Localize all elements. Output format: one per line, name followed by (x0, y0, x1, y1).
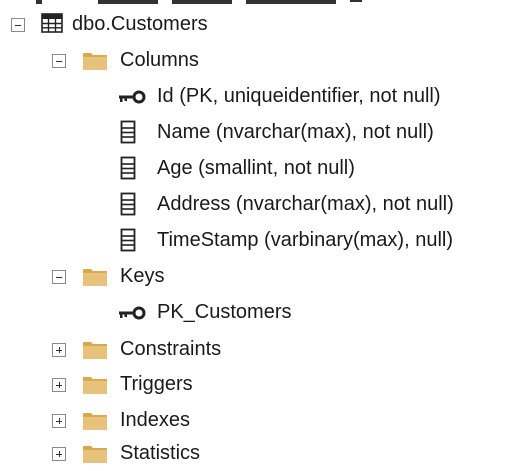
expand-toggle-icon[interactable] (52, 378, 66, 392)
triggers-folder-label: Triggers (120, 373, 193, 395)
columns-folder-label: Columns (120, 49, 199, 71)
expand-toggle-icon[interactable] (52, 414, 66, 428)
expand-toggle-icon[interactable] (52, 447, 66, 461)
folder-icon (82, 442, 108, 470)
tree-node-constraints-folder[interactable]: Constraints (0, 331, 516, 367)
tree-node-triggers-folder[interactable]: Triggers (0, 366, 516, 402)
folder-icon (82, 338, 108, 366)
tree-node-column-address[interactable]: Address (nvarchar(max), not null) (0, 186, 516, 222)
column-label: TimeStamp (varbinary(max), null) (157, 229, 453, 251)
tree-node-keys-folder[interactable]: Keys (0, 258, 516, 294)
constraints-folder-label: Constraints (120, 338, 222, 360)
object-explorer-tree: dbo.Customers Columns Id (PK, uniqueiden… (0, 0, 516, 471)
column-icon (120, 192, 136, 222)
keys-folder-label: Keys (120, 265, 165, 287)
key-label: PK_Customers (157, 301, 292, 323)
column-label: Address (nvarchar(max), not null) (157, 193, 454, 215)
statistics-folder-label: Statistics (120, 442, 201, 464)
folder-icon (82, 265, 108, 293)
tree-node-column-id[interactable]: Id (PK, uniqueidentifier, not null) (0, 78, 516, 114)
tree-node-indexes-folder[interactable]: Indexes (0, 402, 516, 438)
key-icon (117, 88, 147, 111)
column-label: Id (PK, uniqueidentifier, not null) (157, 85, 441, 107)
tree-node-column-timestamp[interactable]: TimeStamp (varbinary(max), null) (0, 222, 516, 258)
expand-toggle-icon[interactable] (52, 343, 66, 357)
table-label: dbo.Customers (72, 13, 208, 35)
column-label: Age (smallint, not null) (157, 157, 355, 179)
tree-node-table-customers[interactable]: dbo.Customers (0, 6, 516, 42)
column-icon (120, 228, 136, 258)
folder-icon (82, 409, 108, 437)
key-icon (117, 304, 147, 327)
column-label: Name (nvarchar(max), not null) (157, 121, 434, 143)
column-icon (120, 120, 136, 150)
tree-node-key-pk-customers[interactable]: PK_Customers (0, 294, 516, 330)
table-icon (41, 13, 63, 39)
tree-node-columns-folder[interactable]: Columns (0, 42, 516, 78)
folder-icon (82, 373, 108, 401)
collapse-toggle-icon[interactable] (52, 270, 66, 284)
collapse-toggle-icon[interactable] (52, 54, 66, 68)
tree-node-statistics-folder[interactable]: Statistics (0, 435, 516, 471)
folder-icon (82, 49, 108, 77)
column-icon (120, 156, 136, 186)
tree-node-column-age[interactable]: Age (smallint, not null) (0, 150, 516, 186)
indexes-folder-label: Indexes (120, 409, 191, 431)
collapse-toggle-icon[interactable] (11, 18, 25, 32)
tree-node-column-name[interactable]: Name (nvarchar(max), not null) (0, 114, 516, 150)
